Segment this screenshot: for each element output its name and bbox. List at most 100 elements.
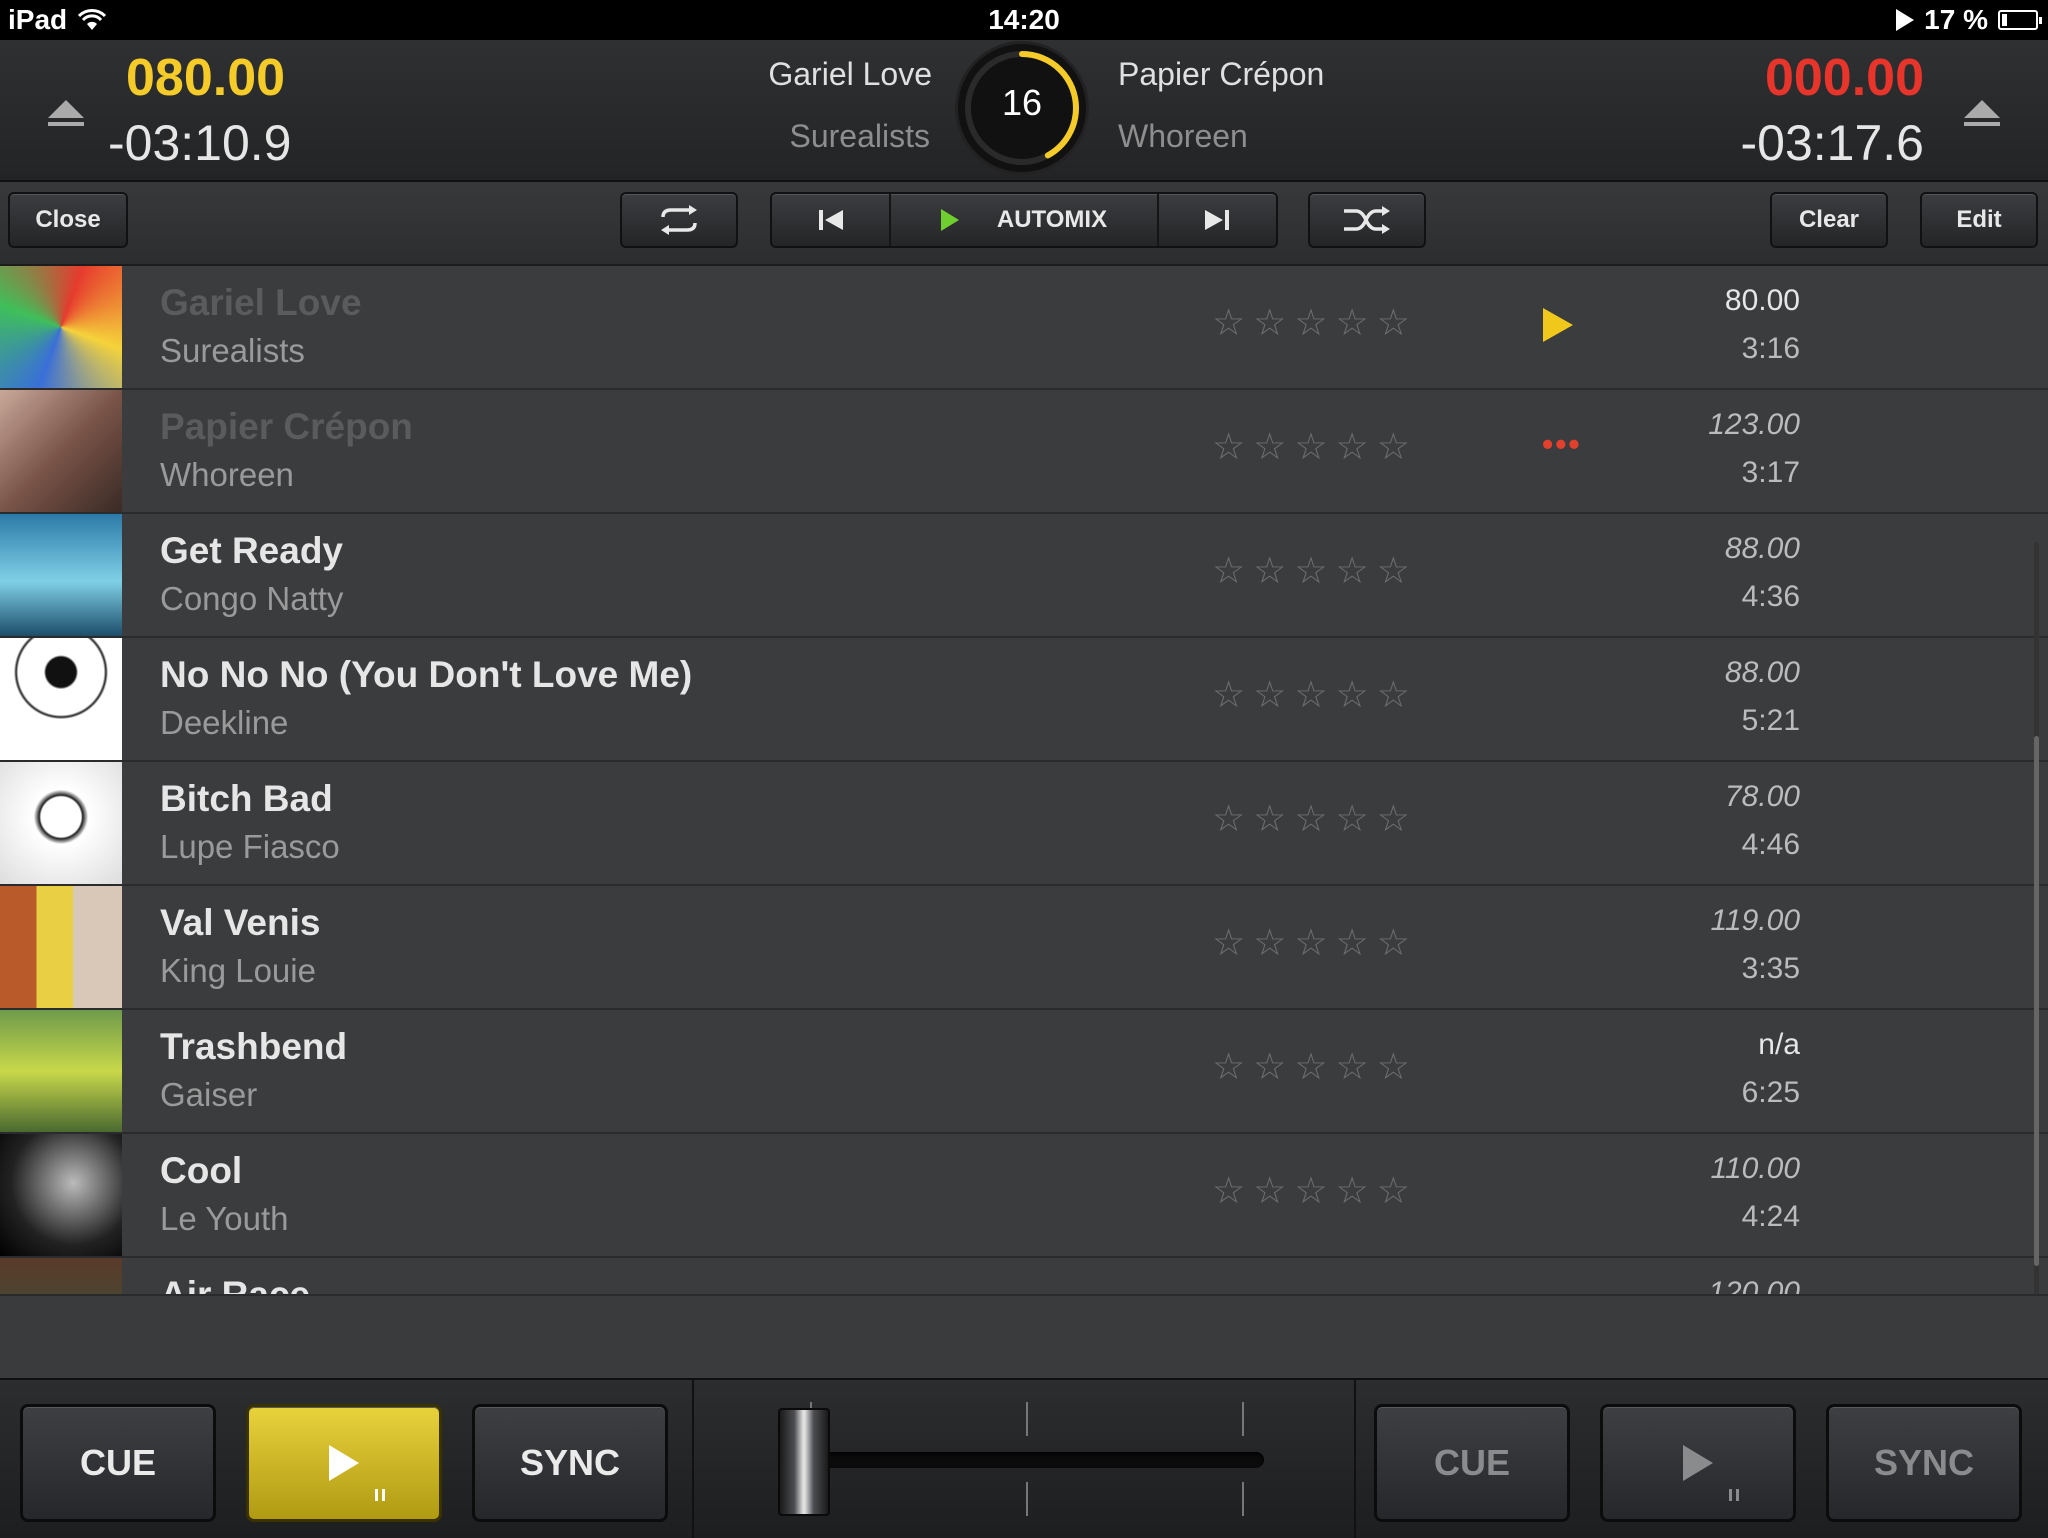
star-outline-icon[interactable]: ☆ xyxy=(1212,924,1245,961)
star-outline-icon[interactable]: ☆ xyxy=(1253,304,1286,341)
left-deck-remaining: -03:10.9 xyxy=(108,115,292,171)
star-outline-icon[interactable]: ☆ xyxy=(1377,428,1410,465)
eject-icon[interactable] xyxy=(1964,100,2000,126)
table-row[interactable]: Gariel Love Surealists ☆ ☆ ☆ ☆ ☆ 80.00 3:16 xyxy=(0,266,2048,390)
track-title: Get Ready xyxy=(160,530,344,571)
table-row[interactable]: Papier Crépon Whoreen ☆ ☆ ☆ ☆ ☆ ••• 123.00 3:17 xyxy=(0,390,2048,514)
star-outline-icon[interactable]: ☆ xyxy=(1253,800,1286,837)
left-deck-title: Gariel Love xyxy=(768,56,932,92)
star-outline-icon[interactable]: ☆ xyxy=(1377,924,1410,961)
star-outline-icon[interactable]: ☆ xyxy=(1336,428,1369,465)
star-outline-icon[interactable]: ☆ xyxy=(1377,1048,1410,1085)
rating-stars[interactable]: ☆ ☆ ☆ ☆ ☆ xyxy=(1212,552,1410,589)
list-footer xyxy=(0,1294,2048,1380)
star-outline-icon[interactable]: ☆ xyxy=(1377,1172,1410,1209)
battery-icon xyxy=(1998,10,2042,30)
rating-stars[interactable]: ☆ ☆ ☆ ☆ ☆ xyxy=(1212,924,1410,961)
status-bar: iPad 14:20 17 % xyxy=(0,0,2048,40)
table-row[interactable]: Cool Le Youth ☆ ☆ ☆ ☆ ☆ 110.00 4:24 xyxy=(0,1134,2048,1258)
rating-stars[interactable]: ☆ ☆ ☆ ☆ ☆ xyxy=(1212,304,1410,341)
star-outline-icon[interactable]: ☆ xyxy=(1377,552,1410,589)
automix-play-icon xyxy=(940,209,959,231)
track-artist: Deekline xyxy=(160,704,289,741)
star-outline-icon[interactable]: ☆ xyxy=(1336,676,1369,713)
star-outline-icon[interactable]: ☆ xyxy=(1212,1172,1245,1209)
star-outline-icon[interactable]: ☆ xyxy=(1212,676,1245,713)
star-outline-icon[interactable]: ☆ xyxy=(1253,552,1286,589)
right-deck-remaining: -03:17.6 xyxy=(1740,115,1924,171)
right-play-pause-button[interactable] xyxy=(1600,1404,1796,1522)
star-outline-icon[interactable]: ☆ xyxy=(1294,924,1327,961)
table-row[interactable]: Val Venis King Louie ☆ ☆ ☆ ☆ ☆ 119.00 3:35 xyxy=(0,886,2048,1010)
star-outline-icon[interactable]: ☆ xyxy=(1336,552,1369,589)
album-art xyxy=(0,638,122,760)
star-outline-icon[interactable]: ☆ xyxy=(1336,800,1369,837)
star-outline-icon[interactable]: ☆ xyxy=(1212,800,1245,837)
automix-countdown-dial: 16 xyxy=(958,44,1086,172)
star-outline-icon[interactable]: ☆ xyxy=(1377,304,1410,341)
track-title: Cool xyxy=(160,1150,243,1191)
clear-button[interactable]: Clear xyxy=(1770,192,1888,248)
rating-stars[interactable]: ☆ ☆ ☆ ☆ ☆ xyxy=(1212,676,1410,713)
star-outline-icon[interactable]: ☆ xyxy=(1336,1048,1369,1085)
rating-stars[interactable]: ☆ ☆ ☆ ☆ ☆ xyxy=(1212,428,1410,465)
star-outline-icon[interactable]: ☆ xyxy=(1212,552,1245,589)
star-outline-icon[interactable]: ☆ xyxy=(1294,304,1327,341)
skip-forward-button[interactable] xyxy=(1156,194,1276,246)
star-outline-icon[interactable]: ☆ xyxy=(1294,800,1327,837)
table-row[interactable]: Bitch Bad Lupe Fiasco ☆ ☆ ☆ ☆ ☆ 78.00 4:46 xyxy=(0,762,2048,886)
left-cue-button[interactable]: CUE xyxy=(20,1404,216,1522)
star-outline-icon[interactable]: ☆ xyxy=(1377,800,1410,837)
edit-button[interactable]: Edit xyxy=(1920,192,2038,248)
close-button[interactable]: Close xyxy=(8,192,128,248)
star-outline-icon[interactable]: ☆ xyxy=(1212,1048,1245,1085)
automix-label: AUTOMIX xyxy=(996,206,1108,233)
star-outline-icon[interactable]: ☆ xyxy=(1336,304,1369,341)
track-duration: 3:17 xyxy=(1741,456,1800,489)
automix-button[interactable]: AUTOMIX xyxy=(889,194,1157,246)
rating-stars[interactable]: ☆ ☆ ☆ ☆ ☆ xyxy=(1212,800,1410,837)
shuffle-button[interactable] xyxy=(1308,192,1426,248)
table-row[interactable]: Trashbend Gaiser ☆ ☆ ☆ ☆ ☆ n/a 6:25 xyxy=(0,1010,2048,1134)
table-row[interactable]: No No No (You Don't Love Me) Deekline ☆ ☆ ☆ ☆… xyxy=(0,638,2048,762)
repeat-button[interactable] xyxy=(620,192,738,248)
skip-back-button[interactable] xyxy=(772,194,889,246)
left-play-pause-button[interactable] xyxy=(246,1404,442,1522)
star-outline-icon[interactable]: ☆ xyxy=(1294,428,1327,465)
star-outline-icon[interactable]: ☆ xyxy=(1336,924,1369,961)
star-outline-icon[interactable]: ☆ xyxy=(1253,924,1286,961)
track-title: Trashbend xyxy=(160,1026,348,1067)
star-outline-icon[interactable]: ☆ xyxy=(1336,1172,1369,1209)
crossfader-track[interactable] xyxy=(799,1452,1264,1468)
table-row[interactable]: Air Race☆☆☆☆☆120.00 xyxy=(0,1258,2048,1294)
track-list[interactable]: Gariel Love Surealists ☆ ☆ ☆ ☆ ☆ 80.00 3:16 Papie… xyxy=(0,266,2048,1294)
star-outline-icon[interactable]: ☆ xyxy=(1253,676,1286,713)
rating-stars[interactable]: ☆ ☆ ☆ ☆ ☆ xyxy=(1212,1048,1410,1085)
star-outline-icon[interactable]: ☆ xyxy=(1253,1048,1286,1085)
right-sync-button[interactable]: SYNC xyxy=(1826,1404,2022,1522)
track-artist: King Louie xyxy=(160,952,316,989)
star-outline-icon[interactable]: ☆ xyxy=(1294,676,1327,713)
left-deck-bpm: 080.00 xyxy=(126,49,286,107)
star-outline-icon[interactable]: ☆ xyxy=(1294,1172,1327,1209)
star-outline-icon[interactable]: ☆ xyxy=(1294,1048,1327,1085)
star-outline-icon[interactable]: ☆ xyxy=(1212,304,1245,341)
star-outline-icon[interactable]: ☆ xyxy=(1253,428,1286,465)
star-outline-icon[interactable]: ☆ xyxy=(1253,1172,1286,1209)
right-cue-button[interactable]: CUE xyxy=(1374,1404,1570,1522)
eject-icon[interactable] xyxy=(48,100,84,126)
scrollbar-thumb[interactable] xyxy=(2034,736,2039,1266)
star-outline-icon[interactable]: ☆ xyxy=(1377,676,1410,713)
star-outline-icon[interactable]: ☆ xyxy=(1294,552,1327,589)
track-artist: Le Youth xyxy=(160,1200,289,1237)
rating-stars[interactable]: ☆ ☆ ☆ ☆ ☆ xyxy=(1212,1172,1410,1209)
star-outline-icon[interactable]: ☆ xyxy=(1212,428,1245,465)
table-row[interactable]: Get Ready Congo Natty ☆ ☆ ☆ ☆ ☆ 88.00 4:36 xyxy=(0,514,2048,638)
shuffle-icon xyxy=(1344,206,1390,234)
crossfader-handle[interactable] xyxy=(778,1408,830,1516)
skip-forward-icon xyxy=(1205,210,1230,230)
album-art xyxy=(0,1134,122,1256)
left-sync-button[interactable]: SYNC xyxy=(472,1404,668,1522)
track-duration: 3:35 xyxy=(1741,952,1800,985)
album-art xyxy=(0,514,122,636)
